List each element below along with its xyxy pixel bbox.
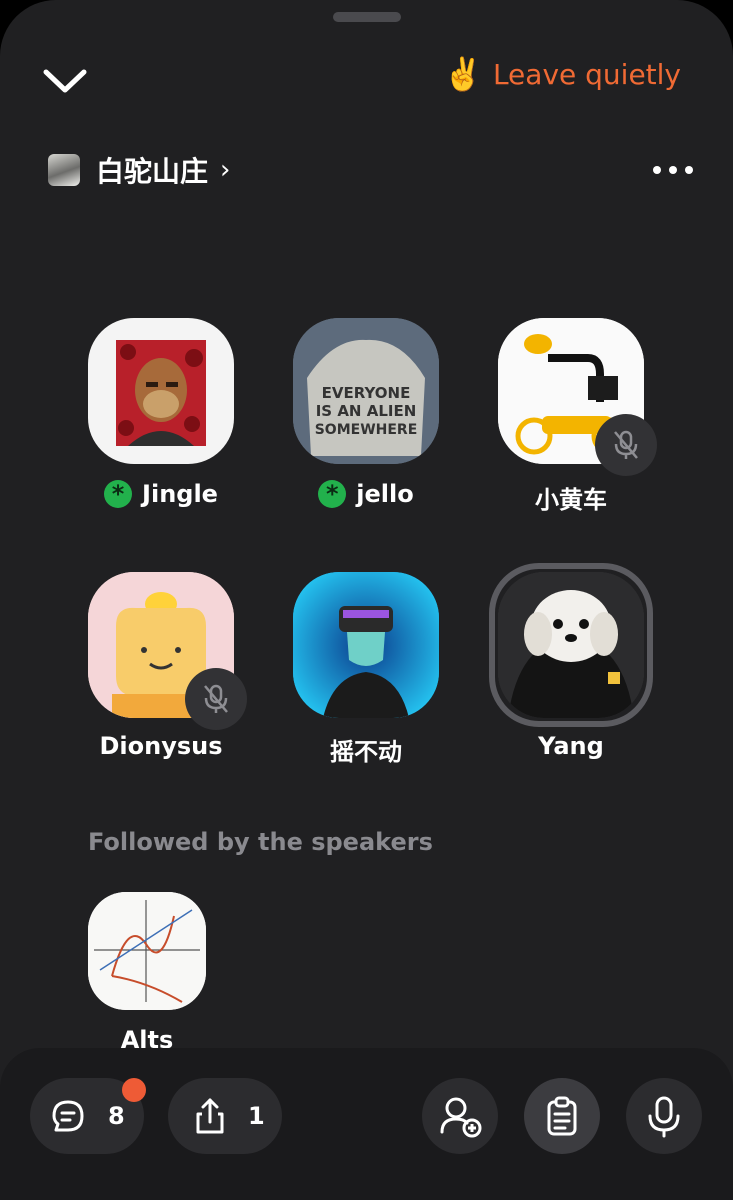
room-sheet: ✌️ Leave quietly 白驼山庄 › * Jingle EVERYON… [0,0,733,1200]
speaker-name: 小黄车 [535,486,607,514]
notes-button[interactable] [524,1078,600,1154]
more-options-icon[interactable] [653,150,693,190]
listener-tile[interactable]: Alts [88,892,208,1054]
svg-text:EVERYONE: EVERYONE [322,384,411,402]
clipboard-icon [547,1096,577,1136]
invite-user-button[interactable] [422,1078,498,1154]
muted-mic-icon [595,414,657,476]
speaker-name: Dionysus [99,732,223,760]
moderator-badge-icon: * [104,480,133,508]
chat-bubble-icon [52,1100,84,1132]
chevron-down-icon[interactable] [40,60,90,100]
speaker-tile[interactable]: Dionysus [61,572,261,772]
section-title: Followed by the speakers [88,828,433,856]
speaker-name: Yang [538,732,604,760]
share-count: 1 [248,1102,265,1130]
microphone-icon [648,1096,680,1138]
leave-quietly-label: Leave quietly [492,57,681,91]
speaker-tile[interactable]: 摇不动 [266,572,466,772]
speaker-tile[interactable]: 小黄车 [471,318,671,518]
room-thumbnail [48,154,80,186]
room-name: 白驼山庄 [96,155,209,188]
share-button[interactable]: 1 [168,1078,282,1154]
svg-text:SOMEWHERE: SOMEWHERE [315,422,418,438]
avatar [498,572,644,718]
drag-handle[interactable] [333,12,401,22]
share-icon [196,1098,224,1134]
chevron-right-icon: › [220,155,231,185]
speaker-tile[interactable]: * Jingle [61,318,261,518]
victory-hand-icon: ✌️ [443,55,483,93]
speaker-name: 摇不动 [330,738,402,766]
microphone-button[interactable] [626,1078,702,1154]
chat-count: 8 [108,1102,125,1130]
room-title[interactable]: 白驼山庄 › [48,150,230,190]
avatar [88,892,206,1010]
svg-text:IS AN ALIEN: IS AN ALIEN [316,402,417,420]
speaker-name: * jello [266,480,466,508]
add-user-icon [440,1097,482,1138]
speaker-tile[interactable]: EVERYONE IS AN ALIEN SOMEWHERE * jello [266,318,466,518]
avatar [293,572,439,718]
notification-dot [122,1078,146,1102]
avatar [88,318,234,464]
speaker-name: * Jingle [61,480,261,508]
avatar: EVERYONE IS AN ALIEN SOMEWHERE [293,318,439,464]
leave-quietly-button[interactable]: ✌️ Leave quietly [443,52,681,96]
muted-mic-icon [185,668,247,730]
moderator-badge-icon: * [318,480,347,508]
speaker-tile[interactable]: Yang [471,563,671,772]
